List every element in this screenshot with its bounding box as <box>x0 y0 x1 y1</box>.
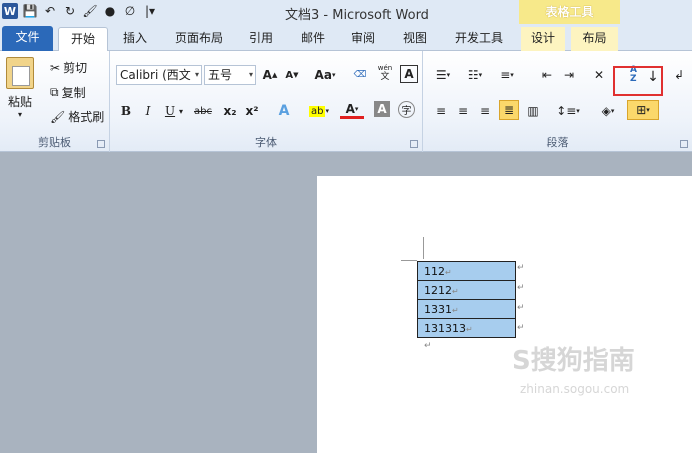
color-icon[interactable]: ● <box>102 3 118 19</box>
line-spacing-button[interactable]: ↕≡ ▾ <box>555 101 581 121</box>
align-left-button[interactable]: ≡ <box>431 101 451 121</box>
paste-dropdown-icon[interactable]: ▾ <box>18 110 22 119</box>
font-group-label: 字体 <box>255 136 277 149</box>
font-color-button[interactable]: A ▾ <box>340 101 364 119</box>
font-name-dropdown-icon[interactable]: ▾ <box>195 66 199 84</box>
table-tools-label: 表格工具 <box>519 0 620 24</box>
align-right-button[interactable]: ≡ <box>475 101 495 121</box>
cut-button[interactable]: ✂ 剪切 <box>50 59 87 76</box>
copy-button[interactable]: ⧉ 复制 <box>50 84 86 101</box>
table-row[interactable]: 1212↵ <box>417 280 516 300</box>
table-cell[interactable]: 112↵ <box>417 261 516 281</box>
tab-layout[interactable]: 布局 <box>571 27 618 51</box>
clear-format-icon[interactable]: ∅ <box>122 3 138 19</box>
font-size-combo[interactable]: 五号 ▾ <box>204 65 256 85</box>
font-name-combo[interactable]: Calibri (西文 ▾ <box>116 65 202 85</box>
font-launcher-icon[interactable] <box>410 140 418 148</box>
clipboard-group-label: 剪贴板 <box>38 136 71 149</box>
highlight-button[interactable]: ab ▾ <box>306 101 332 121</box>
tab-design[interactable]: 设计 <box>521 27 565 51</box>
ribbon-tabs: 文件 开始 插入 页面布局 引用 邮件 审阅 视图 开发工具 设计 布局 <box>0 24 692 52</box>
clipboard-group: 粘贴 ▾ ✂ 剪切 ⧉ 复制 🖌 格式刷 剪贴板 <box>0 51 110 152</box>
strikethrough-button[interactable]: abc <box>190 101 216 121</box>
window-title: 文档3 - Microsoft Word <box>285 8 429 23</box>
tab-references[interactable]: 引用 <box>240 27 282 51</box>
distributed-button[interactable]: ▥ <box>523 101 543 121</box>
crop-mark-horizontal <box>401 260 417 261</box>
sogou-watermark: S搜狗指南 <box>512 346 635 376</box>
row-end-mark: ↵ <box>517 263 525 273</box>
title-bar: W 💾 ↶ ↻ 🖌 ● ∅ |▾ 文档3 - Microsoft Word 表格… <box>0 0 692 24</box>
sogou-watermark-url: zhinan.sogou.com <box>520 382 630 396</box>
quick-access-toolbar: W 💾 ↶ ↻ 🖌 ● ∅ |▾ <box>2 3 158 19</box>
tab-review[interactable]: 审阅 <box>342 27 384 51</box>
underline-dropdown-icon[interactable]: ▾ <box>176 101 186 121</box>
increase-indent-button[interactable]: ⇥ <box>559 65 579 85</box>
brush-icon: 🖌 <box>50 109 66 124</box>
customize-qat-icon[interactable]: |▾ <box>142 3 158 19</box>
tab-insert[interactable]: 插入 <box>113 27 157 51</box>
table-cell[interactable]: 131313↵ <box>417 318 516 338</box>
paste-icon <box>6 57 34 89</box>
font-group: Calibri (西文 ▾ 五号 ▾ A ▲ A ▼ Aa ▾ ⌫ wén 文 A B I … <box>110 51 423 152</box>
font-size-dropdown-icon[interactable]: ▾ <box>249 66 253 84</box>
tab-developer[interactable]: 开发工具 <box>447 27 511 51</box>
shading-button[interactable]: ◈ ▾ <box>595 101 621 121</box>
table-cell[interactable]: 1331↵ <box>417 299 516 319</box>
sort-button-callout <box>613 66 663 96</box>
char-shading-button[interactable]: A <box>374 101 390 117</box>
tab-file[interactable]: 文件 <box>2 26 53 51</box>
ribbon-home: 粘贴 ▾ ✂ 剪切 ⧉ 复制 🖌 格式刷 剪贴板 Calibri (西文 ▾ 五号… <box>0 51 692 152</box>
paragraph-group-label: 段落 <box>546 136 569 149</box>
superscript-button[interactable]: x² <box>242 101 262 121</box>
align-center-button[interactable]: ≡ <box>453 101 473 121</box>
undo-icon[interactable]: ↶ <box>42 3 58 19</box>
tab-mailings[interactable]: 邮件 <box>292 27 334 51</box>
change-case-button[interactable]: Aa ▾ <box>310 65 340 85</box>
tab-view[interactable]: 视图 <box>394 27 436 51</box>
redo-icon[interactable]: ↻ <box>62 3 78 19</box>
save-icon[interactable]: 💾 <box>22 3 38 19</box>
clipboard-launcher-icon[interactable] <box>97 140 105 148</box>
enclose-chars-button[interactable]: 字 <box>398 101 415 118</box>
clear-formatting-button[interactable]: ⌫ <box>350 65 370 85</box>
table-row[interactable]: 112↵ <box>417 261 516 281</box>
row-end-mark: ↵ <box>517 283 525 293</box>
paragraph-mark: ↵ <box>424 341 432 351</box>
format-painter-button[interactable]: 🖌 格式刷 <box>50 108 104 125</box>
table-cell[interactable]: 1212↵ <box>417 280 516 300</box>
tab-home[interactable]: 开始 <box>58 27 108 52</box>
subscript-button[interactable]: x₂ <box>220 101 240 121</box>
row-end-mark: ↵ <box>517 323 525 333</box>
char-border-button[interactable]: A <box>400 65 418 83</box>
multilevel-list-button[interactable]: ≡ ▾ <box>495 65 519 85</box>
text-effects-button[interactable]: A <box>274 101 294 121</box>
chinese-layout-button[interactable]: ✕ <box>589 65 609 85</box>
scissors-icon: ✂ <box>50 60 61 75</box>
table-row[interactable]: 131313↵ <box>417 318 516 338</box>
bullets-button[interactable]: ☰ ▾ <box>431 65 455 85</box>
document-table[interactable]: 112↵ 1212↵ 1331↵ 131313↵ <box>417 261 516 338</box>
shrink-font-button[interactable]: A ▼ <box>282 65 302 85</box>
numbering-button[interactable]: ☷ ▾ <box>463 65 487 85</box>
copy-icon: ⧉ <box>50 85 59 99</box>
justify-button[interactable]: ≣ <box>499 100 519 120</box>
show-marks-button[interactable]: ↲ <box>669 65 689 85</box>
grow-font-button[interactable]: A ▲ <box>260 65 280 85</box>
document-background <box>0 152 692 176</box>
table-row[interactable]: 1331↵ <box>417 299 516 319</box>
tab-page-layout[interactable]: 页面布局 <box>166 27 232 51</box>
borders-button[interactable]: ⊞ ▾ <box>627 100 659 120</box>
paste-button[interactable]: 粘贴 ▾ <box>6 57 34 119</box>
format-painter-qat-icon[interactable]: 🖌 <box>82 3 98 19</box>
decrease-indent-button[interactable]: ⇤ <box>537 65 557 85</box>
word-logo-icon[interactable]: W <box>2 3 18 19</box>
row-end-mark: ↵ <box>517 303 525 313</box>
crop-mark-vertical <box>423 237 424 259</box>
phonetic-guide-button[interactable]: wén 文 <box>375 63 395 83</box>
paragraph-launcher-icon[interactable] <box>680 140 688 148</box>
bold-button[interactable]: B <box>116 101 136 121</box>
italic-button[interactable]: I <box>138 101 158 121</box>
